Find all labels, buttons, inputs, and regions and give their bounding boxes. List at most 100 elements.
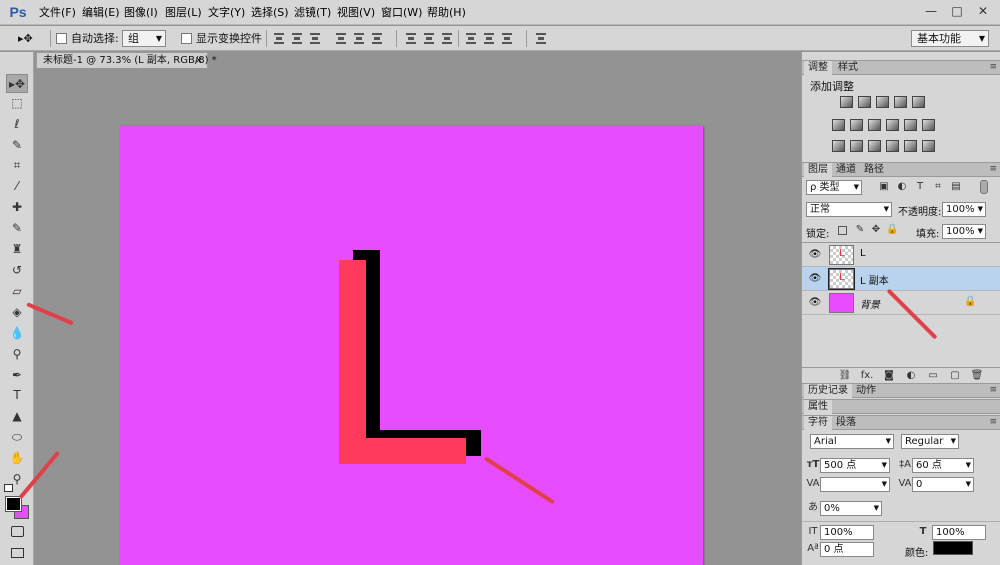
delete-layer-icon[interactable]: 🗑 (970, 370, 984, 382)
align-icon-4[interactable] (352, 32, 366, 45)
tab-character[interactable]: 字符 (804, 416, 832, 430)
menu-item-5[interactable]: 选择(S) (251, 4, 289, 21)
link-layers-icon[interactable]: ⛓ (838, 370, 852, 382)
dodge-tool-icon[interactable]: ⚲ (6, 345, 28, 364)
align-icon-6[interactable] (404, 32, 418, 45)
menu-item-2[interactable]: 图像(I) (124, 4, 158, 21)
clone-stamp-tool-icon[interactable]: ♜ (6, 240, 28, 259)
exposure-icon[interactable] (894, 96, 907, 108)
menu-item-3[interactable]: 图层(L) (165, 4, 202, 21)
lock-all-icon[interactable]: 🔒 (886, 224, 898, 236)
add-mask-icon[interactable]: ◙ (882, 370, 896, 382)
threshold-icon[interactable] (868, 140, 881, 152)
eye-icon[interactable]: 👁 (808, 249, 822, 260)
tab-layers[interactable]: 图层 (804, 163, 832, 177)
layer-row[interactable]: 👁 L L (802, 243, 1000, 267)
align-icon-9[interactable] (464, 32, 478, 45)
filter-adjustment-icon[interactable]: ◐ (896, 181, 908, 193)
hue-saturation-icon[interactable] (832, 119, 845, 131)
panel-menu-icon[interactable]: ≡ (989, 164, 997, 174)
align-icon-3[interactable] (334, 32, 348, 45)
show-transform-checkbox[interactable] (181, 33, 192, 44)
menu-item-6[interactable]: 滤镜(T) (294, 4, 331, 21)
tab-styles[interactable]: 样式 (834, 61, 862, 75)
layer-row[interactable]: 👁 L L 副本 (802, 267, 1000, 291)
color-lookup-icon[interactable] (922, 119, 935, 131)
layer-kind-filter[interactable]: ρ 类型 ▼ (806, 180, 862, 195)
screen-mode-icon[interactable] (11, 548, 24, 558)
menu-item-7[interactable]: 视图(V) (337, 4, 375, 21)
shape-tool-icon[interactable]: ⬭ (6, 428, 28, 447)
hand-tool-icon[interactable]: ✋ (6, 449, 28, 468)
channel-mixer-icon[interactable] (904, 119, 917, 131)
panel-menu-icon[interactable]: ≡ (989, 385, 997, 395)
auto-select-checkbox[interactable] (56, 33, 67, 44)
new-group-icon[interactable]: ▭ (926, 370, 940, 382)
crop-tool-icon[interactable]: ⌗ (6, 156, 28, 175)
quick-mask-icon[interactable] (11, 526, 24, 537)
document-tab[interactable]: 未标题-1 @ 73.3% (L 副本, RGB/8) * × (36, 52, 217, 68)
filter-shape-icon[interactable]: ⌗ (932, 181, 944, 193)
move-tool-preset-icon[interactable]: ▸✥ (18, 31, 44, 46)
auto-select-dropdown[interactable]: 组 ▼ (122, 30, 166, 47)
eye-icon[interactable]: 👁 (808, 273, 822, 284)
menu-item-0[interactable]: 文件(F) (39, 4, 76, 21)
filter-smart-icon[interactable]: ▤ (950, 181, 962, 193)
selective-color-icon[interactable] (904, 140, 917, 152)
tab-properties[interactable]: 属性 (804, 400, 832, 414)
filter-pixel-icon[interactable]: ▣ (878, 181, 890, 193)
text-color-swatch[interactable] (933, 541, 973, 555)
invert-icon[interactable] (832, 140, 845, 152)
opacity-input[interactable]: 100% ▼ (942, 202, 986, 217)
marquee-tool-icon[interactable]: ⬚ (6, 94, 28, 113)
horizontal-scale-input[interactable]: 100% (932, 525, 986, 540)
pen-tool-icon[interactable]: ✒ (6, 366, 28, 385)
curves-icon[interactable] (876, 96, 889, 108)
new-layer-icon[interactable]: ▢ (948, 370, 962, 382)
vibrance-icon[interactable] (912, 96, 925, 108)
photo-filter-icon[interactable] (886, 119, 899, 131)
document-canvas[interactable] (120, 125, 703, 565)
tab-channels[interactable]: 通道 (832, 163, 860, 177)
align-icon-10[interactable] (482, 32, 496, 45)
move-tool-icon[interactable]: ▸✥ (6, 74, 28, 93)
lasso-tool-icon[interactable]: ℓ (6, 115, 28, 134)
fx-icon[interactable]: fx. (860, 370, 874, 382)
menu-item-9[interactable]: 帮助(H) (427, 4, 466, 21)
font-size-input[interactable]: 500 点 ▼ (820, 458, 890, 473)
menu-item-8[interactable]: 窗口(W) (381, 4, 422, 21)
gradient-map-icon[interactable] (886, 140, 899, 152)
shadows-icon[interactable] (922, 140, 935, 152)
history-brush-tool-icon[interactable]: ↺ (6, 261, 28, 280)
filter-type-icon[interactable]: T (914, 181, 926, 193)
tab-paths[interactable]: 路径 (860, 163, 888, 177)
blend-mode-dropdown[interactable]: 正常 ▼ (806, 202, 892, 217)
vertical-scale-input[interactable]: 100% (820, 525, 874, 540)
default-colors-icon[interactable] (4, 484, 13, 492)
levels-icon[interactable] (858, 96, 871, 108)
type-tool-icon[interactable]: T (6, 386, 28, 405)
align-icon-11[interactable] (500, 32, 514, 45)
menu-item-1[interactable]: 编辑(E) (82, 4, 120, 21)
close-tab-icon[interactable]: × (195, 53, 203, 68)
panel-menu-icon[interactable]: ≡ (989, 62, 997, 72)
font-style-dropdown[interactable]: Regular ▼ (901, 434, 959, 449)
tab-paragraph[interactable]: 段落 (832, 416, 860, 430)
paint-bucket-tool-icon[interactable]: ◈ (6, 303, 28, 322)
panel-menu-icon[interactable]: ≡ (989, 417, 997, 427)
quick-select-tool-icon[interactable]: ✎ (6, 136, 28, 155)
align-icon-7[interactable] (422, 32, 436, 45)
blur-tool-icon[interactable]: 💧 (6, 324, 28, 343)
tab-history[interactable]: 历史记录 (804, 384, 852, 398)
eraser-tool-icon[interactable]: ▱ (6, 282, 28, 301)
black-white-icon[interactable] (868, 119, 881, 131)
brush-tool-icon[interactable]: ✎ (6, 219, 28, 238)
leading-input[interactable]: 60 点 ▼ (912, 458, 974, 473)
close-window-button[interactable]: ✕ (972, 2, 994, 20)
lock-paint-icon[interactable]: ✎ (854, 224, 866, 236)
workspace-dropdown[interactable]: 基本功能 ▼ (911, 30, 989, 47)
filter-toggle[interactable] (980, 180, 988, 194)
color-balance-icon[interactable] (850, 119, 863, 131)
posterize-icon[interactable] (850, 140, 863, 152)
align-icon-12[interactable] (534, 32, 548, 45)
